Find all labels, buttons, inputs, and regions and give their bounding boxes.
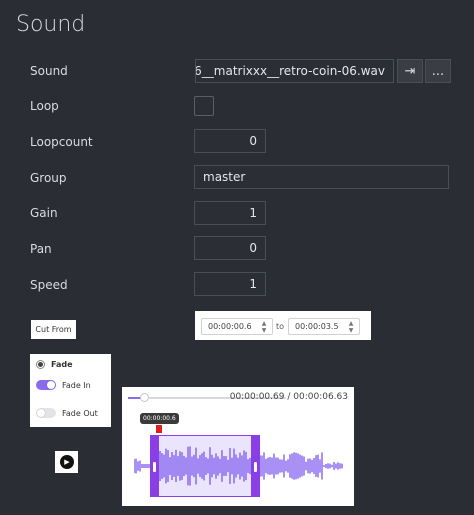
sound-file-field[interactable]: 15736__matrixxx__retro-coin-06.wav <box>195 59 394 83</box>
playback-progress-handle[interactable] <box>140 393 150 402</box>
chevron-down-icon: ▼ <box>261 326 267 334</box>
speed-label: Speed <box>30 278 68 292</box>
browse-file-button[interactable]: ... <box>425 59 451 83</box>
selection-region[interactable] <box>150 435 260 497</box>
marker-time-tooltip: 00:00:00.6 <box>140 413 179 424</box>
group-label: Group <box>30 171 67 185</box>
fade-in-label: Fade In <box>62 380 91 390</box>
chevron-up-icon: ▲ <box>261 319 267 327</box>
loop-checkbox[interactable] <box>194 96 214 116</box>
play-button[interactable]: ▶ <box>55 451 78 473</box>
gain-label: Gain <box>30 206 58 220</box>
cut-from-stepper[interactable]: ▲ ▼ <box>259 318 269 335</box>
cut-range-panel: 00:00:00.6 ▲ ▼ to 00:00:03.5 ▲ ▼ <box>195 311 371 340</box>
cut-from-label: Cut From <box>35 325 72 334</box>
cut-to-stepper[interactable]: ▲ ▼ <box>346 318 356 335</box>
fade-out-toggle[interactable] <box>36 408 56 418</box>
waveform-panel: 00:00:00.69 / 00:00:06.63 00:00:00.6 <box>122 387 354 506</box>
gain-input[interactable]: 1 <box>194 201 266 225</box>
region-start-handle[interactable] <box>153 462 156 472</box>
current-time: 00:00:00.69 <box>229 392 285 402</box>
duration-time: 00:00:06.63 <box>293 392 348 402</box>
region-end-handle[interactable] <box>254 462 257 472</box>
arrow-to-right-icon: ⇥ <box>404 63 416 79</box>
cut-to-label: to <box>276 322 285 331</box>
time-separator: / <box>287 392 291 402</box>
loop-label: Loop <box>30 99 59 113</box>
page-title: Sound <box>16 12 86 37</box>
loopcount-label: Loopcount <box>30 135 93 149</box>
pan-label: Pan <box>30 242 52 256</box>
group-input[interactable]: master <box>194 165 449 189</box>
playhead-marker[interactable] <box>156 425 162 433</box>
cut-from-button[interactable]: Cut From <box>31 320 76 339</box>
playback-time-readout: 00:00:00.69 / 00:00:06.63 <box>230 392 348 402</box>
ellipsis-icon: ... <box>431 63 445 79</box>
fade-header[interactable]: Fade <box>36 360 73 369</box>
play-icon: ▶ <box>59 455 74 469</box>
pan-input[interactable]: 0 <box>194 236 266 260</box>
fade-label: Fade <box>51 360 73 369</box>
fade-in-row: Fade In <box>36 380 91 390</box>
fade-out-row: Fade Out <box>36 408 98 418</box>
chevron-up-icon: ▲ <box>348 319 354 327</box>
assign-file-button[interactable]: ⇥ <box>397 59 423 83</box>
fade-radio[interactable] <box>36 360 45 369</box>
fade-out-label: Fade Out <box>62 408 98 418</box>
speed-input[interactable]: 1 <box>194 272 266 296</box>
loopcount-input[interactable]: 0 <box>194 129 266 153</box>
fade-panel: Fade Fade In Fade Out <box>30 354 111 427</box>
fade-in-toggle[interactable] <box>36 380 56 390</box>
chevron-down-icon: ▼ <box>348 326 354 334</box>
sound-label: Sound <box>30 64 68 78</box>
